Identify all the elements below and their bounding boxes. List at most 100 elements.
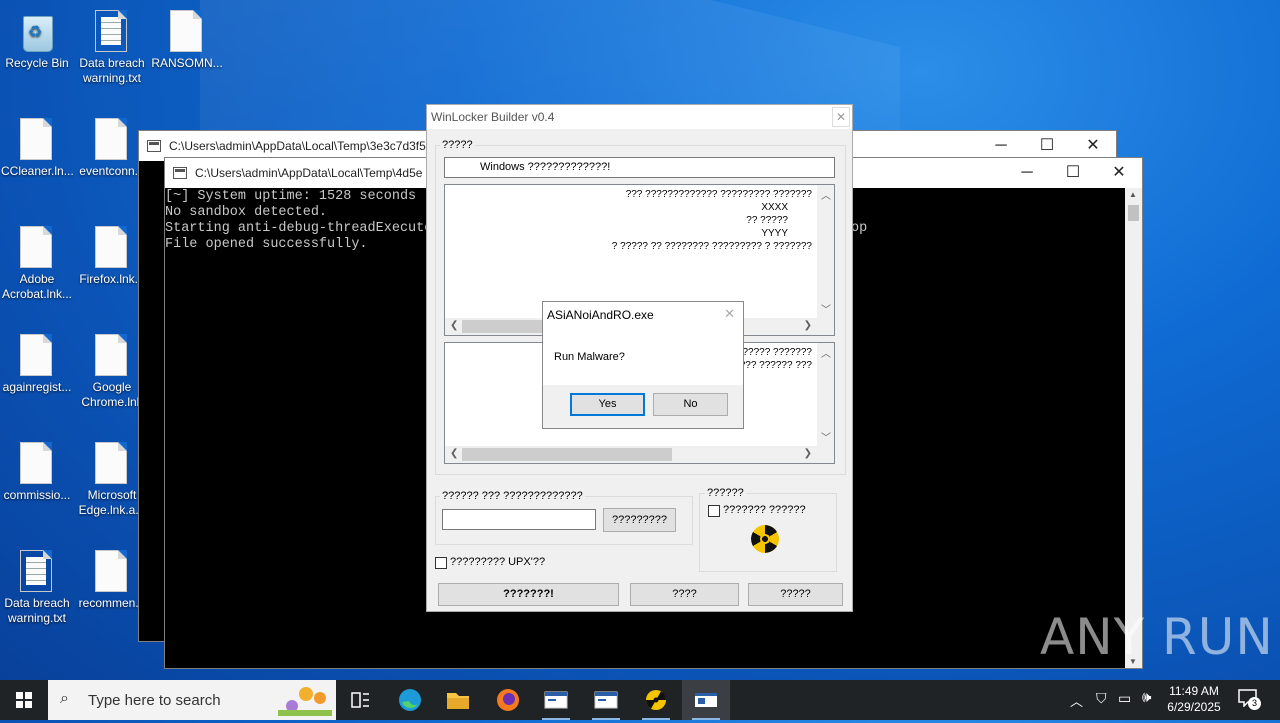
scroll-right-icon[interactable]: ❯ [804, 448, 812, 459]
console-output: [~] System uptime: 1528 seconds No sandbo… [165, 189, 433, 252]
network-icon[interactable]: ▭ [1118, 690, 1131, 707]
file-icon [20, 442, 52, 484]
window-title: C:\Users\admin\AppData\Local\Temp\3e3c7d… [169, 139, 426, 153]
anyrun-watermark: ANY RUN [1040, 608, 1274, 666]
yes-button[interactable]: Yes [570, 393, 645, 416]
close-button[interactable]: ✕ [832, 107, 850, 127]
console-scrollbar[interactable]: ▲ ▼ [1125, 188, 1142, 668]
option-checkbox-label: ??????? ?????? [723, 504, 806, 516]
upx-checkbox[interactable] [435, 557, 447, 569]
winlocker-taskbar-button[interactable] [632, 680, 680, 720]
file-icon [95, 442, 127, 484]
notification-center-button[interactable]: 3 [1238, 689, 1261, 710]
desktop-icon-againregist[interactable]: againregist... [1, 334, 73, 395]
notification-badge: 3 [1248, 697, 1261, 710]
desktop-icon-label: Adobe Acrobat.lnk... [1, 272, 73, 301]
header-text-input[interactable]: Windows ?????????????! [444, 157, 835, 178]
task-view-icon [351, 692, 369, 708]
console-window-icon [544, 691, 568, 709]
search-flowers-icon [278, 684, 332, 716]
security-icon[interactable]: ⛉ [1096, 690, 1107, 707]
upx-checkbox-label: ????????? UPX'?? [450, 556, 546, 568]
group-message-label: ????? [440, 139, 475, 151]
edge-taskbar-button[interactable] [386, 680, 434, 720]
close-icon[interactable]: ✕ [724, 306, 735, 322]
console-taskbar-button-1[interactable] [532, 680, 580, 720]
recycle-bin-icon: ♻ [19, 10, 55, 52]
browse-button[interactable]: ????????? [603, 508, 676, 532]
task-view-button[interactable] [336, 680, 384, 720]
build-button[interactable]: ???????! [438, 583, 619, 606]
file-icon [95, 334, 127, 376]
memo-vertical-scrollbar[interactable]: ︿ ﹀ [817, 185, 834, 318]
console-output-tail: op [851, 221, 868, 236]
console-window-icon [594, 691, 618, 709]
password-input[interactable] [442, 509, 596, 530]
window-title: C:\Users\admin\AppData\Local\Temp\4d5e [195, 166, 423, 180]
start-button[interactable] [0, 680, 48, 720]
text-file-icon [20, 550, 52, 592]
desktop-icon-data-breach-2[interactable]: Data breach warning.txt [1, 550, 73, 626]
option-checkbox[interactable] [708, 505, 720, 517]
chevron-up-icon[interactable]: ︿ [1070, 691, 1083, 710]
close-button[interactable]: ✕ [1096, 158, 1142, 188]
group-options-label: ?????? [705, 487, 746, 499]
run-malware-dialog[interactable]: ASiANoiAndRO.exe ✕ Run Malware? Yes No [542, 301, 744, 429]
search-icon: ⌕ [60, 690, 69, 707]
desktop-icon-label: Recycle Bin [5, 56, 69, 70]
memo-vertical-scrollbar[interactable]: ︿ ﹀ [817, 343, 834, 446]
taskbar-search-box[interactable]: ⌕ Type here to search [48, 680, 336, 720]
clock[interactable]: 11:49 AM 6/29/2025 [1165, 683, 1223, 715]
scroll-down-icon[interactable]: ﹀ [821, 301, 831, 316]
clock-time: 11:49 AM [1169, 684, 1219, 698]
desktop-icon-label: Data breach warning.txt [4, 596, 70, 625]
radiation-icon [645, 690, 667, 710]
scroll-up-icon[interactable]: ︿ [821, 187, 831, 202]
desktop-icon-adobe[interactable]: Adobe Acrobat.lnk... [1, 226, 73, 302]
console-icon [147, 140, 161, 152]
search-placeholder: Type here to search [88, 692, 221, 709]
taskbar: ⌕ Type here to search ︿ ⛉ ▭ 🕪 11:49 AM 6… [0, 680, 1280, 720]
file-icon [20, 118, 52, 160]
desktop-icon-label: againregist... [2, 380, 72, 394]
desktop-icon-label: RANSOMN... [151, 56, 223, 70]
desktop-icon-data-breach[interactable]: Data breach warning.txt [76, 10, 148, 86]
memo-horizontal-scrollbar[interactable]: ❮ ❯ [445, 446, 834, 463]
console-taskbar-button-2[interactable] [582, 680, 630, 720]
desktop-icon-label: commissio... [3, 488, 71, 502]
winlocker-titlebar[interactable]: WinLocker Builder v0.4 ✕ [427, 105, 852, 129]
desktop-icon-ccleaner[interactable]: CCleaner.ln... [1, 118, 74, 179]
desktop-icon-ransomnote[interactable]: RANSOMN... [151, 10, 223, 71]
memo-text: ????? ?????????? ?????? ??? [739, 347, 812, 371]
minimize-button[interactable]: ─ [1004, 158, 1050, 188]
no-button[interactable]: No [653, 393, 728, 416]
scroll-left-icon[interactable]: ❮ [450, 320, 458, 331]
dialog-button-area: Yes No [543, 385, 743, 428]
maximize-button[interactable]: ☐ [1050, 158, 1096, 188]
volume-icon[interactable]: 🕪 [1142, 689, 1151, 706]
action-button-middle[interactable]: ???? [630, 583, 739, 606]
memo-text: ??? ????????????? ????????? ??????? XXXX?… [611, 189, 812, 252]
desktop-icon-label: CCleaner.ln... [1, 164, 74, 178]
dialog-taskbar-button[interactable] [682, 680, 730, 720]
desktop-icon-label: Data breach warning.txt [79, 56, 145, 85]
firefox-taskbar-button[interactable] [484, 680, 532, 720]
desktop-icon-recycle-bin[interactable]: ♻ Recycle Bin [1, 10, 73, 71]
scroll-down-icon[interactable]: ﹀ [821, 429, 831, 444]
action-button-right[interactable]: ????? [748, 583, 843, 606]
scroll-right-icon[interactable]: ❯ [804, 320, 812, 331]
scroll-up-icon[interactable]: ︿ [821, 345, 831, 360]
window-title: WinLocker Builder v0.4 [431, 110, 555, 124]
console-icon [173, 167, 187, 179]
file-icon [95, 226, 127, 268]
file-icon [95, 550, 127, 592]
desktop-icon-commissio[interactable]: commissio... [1, 442, 73, 503]
file-icon [20, 226, 52, 268]
edge-icon [399, 689, 421, 711]
dialog-message: Run Malware? [554, 351, 625, 363]
scroll-left-icon[interactable]: ❮ [450, 448, 458, 459]
file-explorer-button[interactable] [434, 680, 482, 720]
radiation-icon [751, 525, 779, 553]
dialog-title: ASiANoiAndRO.exe [547, 308, 654, 322]
group-password-label: ?????? ??? ????????????? [440, 490, 585, 502]
